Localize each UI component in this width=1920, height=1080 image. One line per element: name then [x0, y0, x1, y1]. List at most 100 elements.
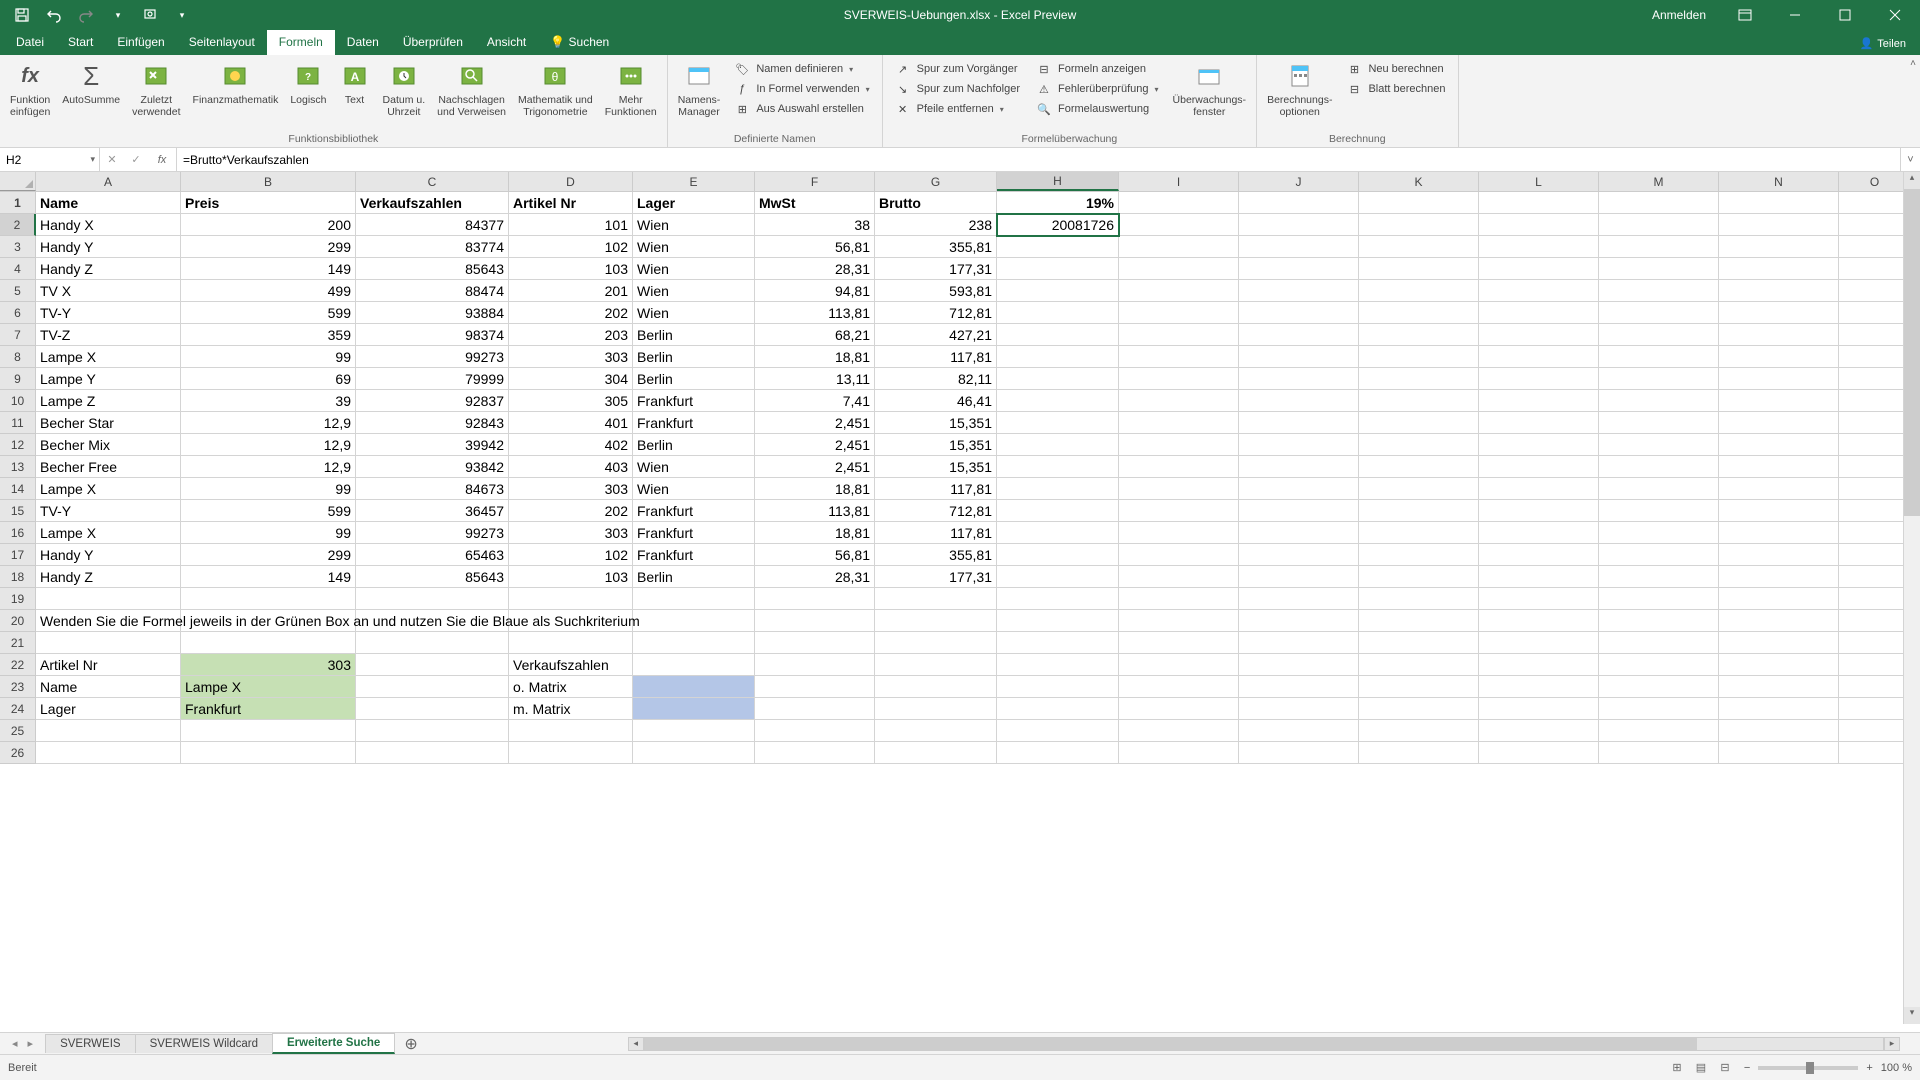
- cell[interactable]: [1239, 654, 1359, 676]
- redo-icon[interactable]: [74, 3, 98, 27]
- cell[interactable]: [997, 456, 1119, 478]
- cell[interactable]: 94,81: [755, 280, 875, 302]
- cell[interactable]: [997, 654, 1119, 676]
- cell[interactable]: [1359, 280, 1479, 302]
- row-header[interactable]: 11: [0, 412, 36, 434]
- cell[interactable]: Lampe X: [36, 522, 181, 544]
- cell[interactable]: 93842: [356, 456, 509, 478]
- row-header[interactable]: 14: [0, 478, 36, 500]
- cell[interactable]: [1839, 500, 1911, 522]
- cell[interactable]: [181, 632, 356, 654]
- cell[interactable]: Frankfurt: [633, 390, 755, 412]
- cell[interactable]: 402: [509, 434, 633, 456]
- cell[interactable]: 712,81: [875, 302, 997, 324]
- cell[interactable]: 117,81: [875, 346, 997, 368]
- cell[interactable]: [1719, 478, 1839, 500]
- cell[interactable]: 12,9: [181, 434, 356, 456]
- collapse-ribbon-icon[interactable]: ˄: [1910, 58, 1916, 69]
- cell[interactable]: 149: [181, 566, 356, 588]
- cell[interactable]: [36, 632, 181, 654]
- cell[interactable]: [1599, 566, 1719, 588]
- math-trig-button[interactable]: θMathematik und Trigonometrie: [514, 58, 597, 120]
- cell[interactable]: [1479, 632, 1599, 654]
- cell[interactable]: [1359, 412, 1479, 434]
- cell[interactable]: 39942: [356, 434, 509, 456]
- cell[interactable]: 18,81: [755, 478, 875, 500]
- cell[interactable]: 599: [181, 302, 356, 324]
- cell[interactable]: [1839, 522, 1911, 544]
- cell[interactable]: [1839, 324, 1911, 346]
- cell[interactable]: [1119, 368, 1239, 390]
- cell[interactable]: [633, 720, 755, 742]
- column-header-I[interactable]: I: [1119, 172, 1239, 191]
- cell[interactable]: [1479, 434, 1599, 456]
- cell[interactable]: [1479, 368, 1599, 390]
- tab-seitenlayout[interactable]: Seitenlayout: [177, 30, 267, 55]
- cell[interactable]: [1719, 258, 1839, 280]
- minimize-button[interactable]: [1772, 0, 1818, 30]
- sheet-nav-prev[interactable]: ◂: [8, 1037, 22, 1050]
- cell[interactable]: [1599, 324, 1719, 346]
- cell[interactable]: 2,451: [755, 456, 875, 478]
- cell[interactable]: [1359, 214, 1479, 236]
- cell[interactable]: [755, 720, 875, 742]
- cell[interactable]: 113,81: [755, 302, 875, 324]
- cell[interactable]: 238: [875, 214, 997, 236]
- cell[interactable]: 177,31: [875, 566, 997, 588]
- cancel-formula-button[interactable]: ✕: [100, 153, 124, 166]
- remove-arrows-button[interactable]: ✕Pfeile entfernen ▾: [893, 100, 1022, 118]
- cell[interactable]: 15,351: [875, 434, 997, 456]
- cell[interactable]: [1359, 632, 1479, 654]
- cell[interactable]: 36457: [356, 500, 509, 522]
- column-header-B[interactable]: B: [181, 172, 356, 191]
- cell[interactable]: [1719, 500, 1839, 522]
- name-box[interactable]: H2▾: [0, 148, 100, 171]
- cell[interactable]: 18,81: [755, 522, 875, 544]
- row-header[interactable]: 15: [0, 500, 36, 522]
- cell[interactable]: Handy Z: [36, 566, 181, 588]
- row-header[interactable]: 4: [0, 258, 36, 280]
- sheet-tab-wildcard[interactable]: SVERWEIS Wildcard: [135, 1034, 273, 1053]
- cell[interactable]: [1359, 544, 1479, 566]
- column-header-L[interactable]: L: [1479, 172, 1599, 191]
- cell[interactable]: [997, 478, 1119, 500]
- cell[interactable]: [997, 236, 1119, 258]
- cell[interactable]: [633, 588, 755, 610]
- row-header[interactable]: 24: [0, 698, 36, 720]
- cell[interactable]: 200: [181, 214, 356, 236]
- cell[interactable]: [875, 654, 997, 676]
- cell[interactable]: 98374: [356, 324, 509, 346]
- cell[interactable]: [1719, 676, 1839, 698]
- cell[interactable]: [1239, 324, 1359, 346]
- cell[interactable]: [1479, 258, 1599, 280]
- cell[interactable]: [1479, 500, 1599, 522]
- cell[interactable]: 28,31: [755, 566, 875, 588]
- cell[interactable]: [1599, 544, 1719, 566]
- cell[interactable]: [1479, 588, 1599, 610]
- cell[interactable]: 65463: [356, 544, 509, 566]
- cell[interactable]: MwSt: [755, 192, 875, 214]
- cell[interactable]: [1239, 214, 1359, 236]
- column-header-D[interactable]: D: [509, 172, 633, 191]
- cell[interactable]: [509, 742, 633, 764]
- cell[interactable]: [1479, 478, 1599, 500]
- cell[interactable]: [1119, 324, 1239, 346]
- cell[interactable]: 15,351: [875, 456, 997, 478]
- row-header[interactable]: 7: [0, 324, 36, 346]
- row-header[interactable]: 23: [0, 676, 36, 698]
- cell[interactable]: Wien: [633, 456, 755, 478]
- cell[interactable]: [1599, 478, 1719, 500]
- page-layout-button[interactable]: ▤: [1690, 1059, 1712, 1077]
- cell[interactable]: 12,9: [181, 456, 356, 478]
- cell[interactable]: [1119, 566, 1239, 588]
- cell[interactable]: [1239, 390, 1359, 412]
- cell[interactable]: [1119, 676, 1239, 698]
- cell[interactable]: 117,81: [875, 478, 997, 500]
- cell[interactable]: [1479, 346, 1599, 368]
- cell[interactable]: 68,21: [755, 324, 875, 346]
- cell[interactable]: [997, 566, 1119, 588]
- cell[interactable]: [1239, 192, 1359, 214]
- cell[interactable]: [1479, 610, 1599, 632]
- cell[interactable]: [997, 434, 1119, 456]
- cell[interactable]: [1119, 610, 1239, 632]
